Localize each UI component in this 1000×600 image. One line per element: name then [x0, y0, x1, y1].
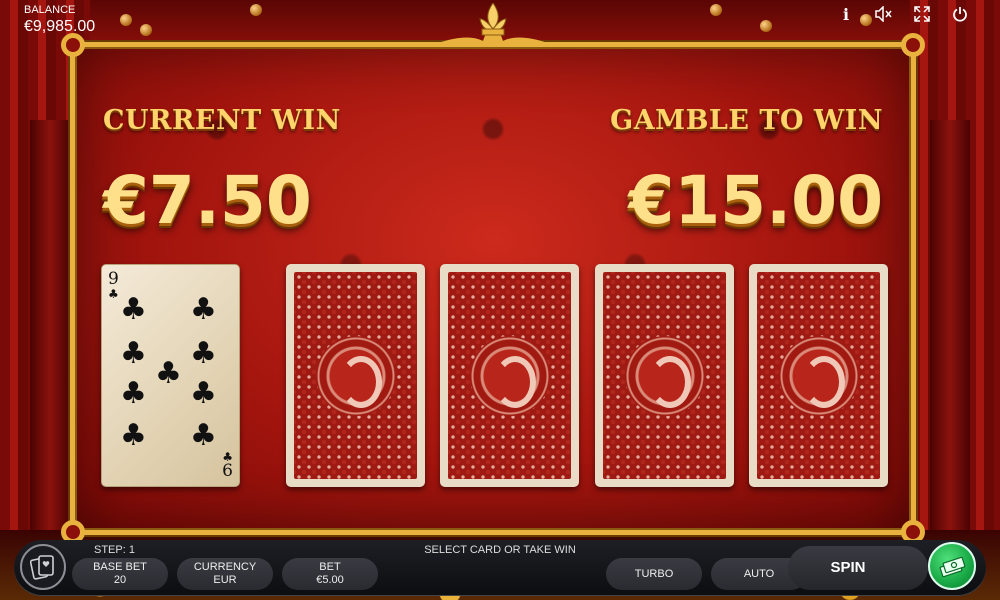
card-back-pattern [294, 272, 417, 479]
top-toolbar: i [836, 4, 970, 24]
base-bet-value: 20 [113, 574, 127, 586]
spin-label: SPIN [830, 559, 866, 576]
face-down-card-3[interactable] [595, 264, 734, 487]
club-pip-icon: ♣ [155, 356, 182, 391]
pillar-right [930, 120, 970, 540]
club-pip-icon: ♣ [190, 292, 217, 327]
auto-label: AUTO [743, 568, 775, 580]
club-pip-icon: ♣ [190, 336, 217, 371]
revealed-card-nine-of-clubs: 9 ♣ ♣ 6 ♣ ♣ ♣ ♣ ♣ ♣ ♣ ♣ ♣ [101, 264, 240, 487]
card-back-emblem-icon [624, 335, 705, 416]
card-rank: 9 [108, 269, 119, 289]
face-down-card-4[interactable] [749, 264, 888, 487]
balance-value: €9,985.00 [24, 18, 96, 35]
club-pip-icon: ♣ [120, 376, 147, 411]
balance-label: BALANCE [24, 4, 76, 16]
power-symbol-icon [953, 7, 967, 22]
face-down-card-2[interactable] [440, 264, 579, 487]
turbo-label: TURBO [634, 568, 674, 580]
playing-cards-icon [30, 555, 54, 580]
pearl-decoration [140, 24, 152, 36]
card-back-emblem-icon [315, 335, 396, 416]
spin-button[interactable]: SPIN [788, 546, 928, 590]
cash-stack-icon [939, 556, 966, 578]
gamble-to-win-label: GAMBLE TO WIN [610, 105, 883, 136]
pearl-decoration [710, 4, 722, 16]
turbo-button[interactable]: TURBO [606, 558, 702, 590]
sound-off-icon[interactable] [874, 4, 894, 24]
base-bet-button[interactable]: BASE BET 20 [72, 558, 168, 590]
card-corner-index-bottom: ♣ 6 [222, 451, 233, 480]
card-rank-bottom: 6 [222, 461, 233, 481]
club-pip-icon: ♣ [120, 418, 147, 453]
pearl-decoration [760, 20, 772, 32]
speaker-muted-icon [875, 6, 892, 22]
card-back-pattern [757, 272, 880, 479]
currency-label: CURRENCY [193, 561, 257, 573]
currency-value: EUR [213, 574, 237, 586]
card-back-emblem-icon [778, 335, 859, 416]
card-corner-index: 9 ♣ [108, 269, 119, 301]
club-pip-icon: ♣ [120, 336, 147, 371]
club-pip-icon: ♣ [190, 418, 217, 453]
info-glyph: i [842, 4, 850, 24]
power-icon[interactable] [950, 4, 970, 24]
card-back-emblem-icon [469, 335, 550, 416]
bet-label: BET [319, 561, 341, 573]
bet-value: €5.00 [316, 574, 344, 586]
card-back-pattern [448, 272, 571, 479]
fleur-de-lis-crest-icon [438, 3, 548, 47]
club-suit-icon: ♣ [108, 287, 119, 301]
gamble-to-win-value: €15.00 [628, 162, 883, 239]
card-back-pattern [603, 272, 726, 479]
current-win-label: CURRENT WIN [103, 105, 341, 136]
pillar-left [30, 120, 70, 540]
control-bar: STEP: 1 SELECT CARD OR TAKE WIN BASE BET… [14, 540, 986, 596]
currency-button[interactable]: CURRENCY EUR [177, 558, 273, 590]
frame-corner [61, 33, 85, 57]
face-down-card-1[interactable] [286, 264, 425, 487]
pearl-decoration [250, 4, 262, 16]
info-icon[interactable]: i [836, 4, 856, 24]
frame-corner [901, 33, 925, 57]
pearl-decoration [120, 14, 132, 26]
expand-arrows-icon [914, 6, 930, 22]
fullscreen-icon[interactable] [912, 4, 932, 24]
gamble-panel: CURRENT WIN €7.50 GAMBLE TO WIN €15.00 9… [61, 3, 925, 544]
current-win-value: €7.50 [103, 162, 312, 239]
club-pip-icon: ♣ [190, 376, 217, 411]
bet-button[interactable]: BET €5.00 [282, 558, 378, 590]
take-win-button[interactable] [928, 542, 976, 590]
club-pip-icon: ♣ [120, 292, 147, 327]
base-bet-label: BASE BET [93, 561, 147, 573]
